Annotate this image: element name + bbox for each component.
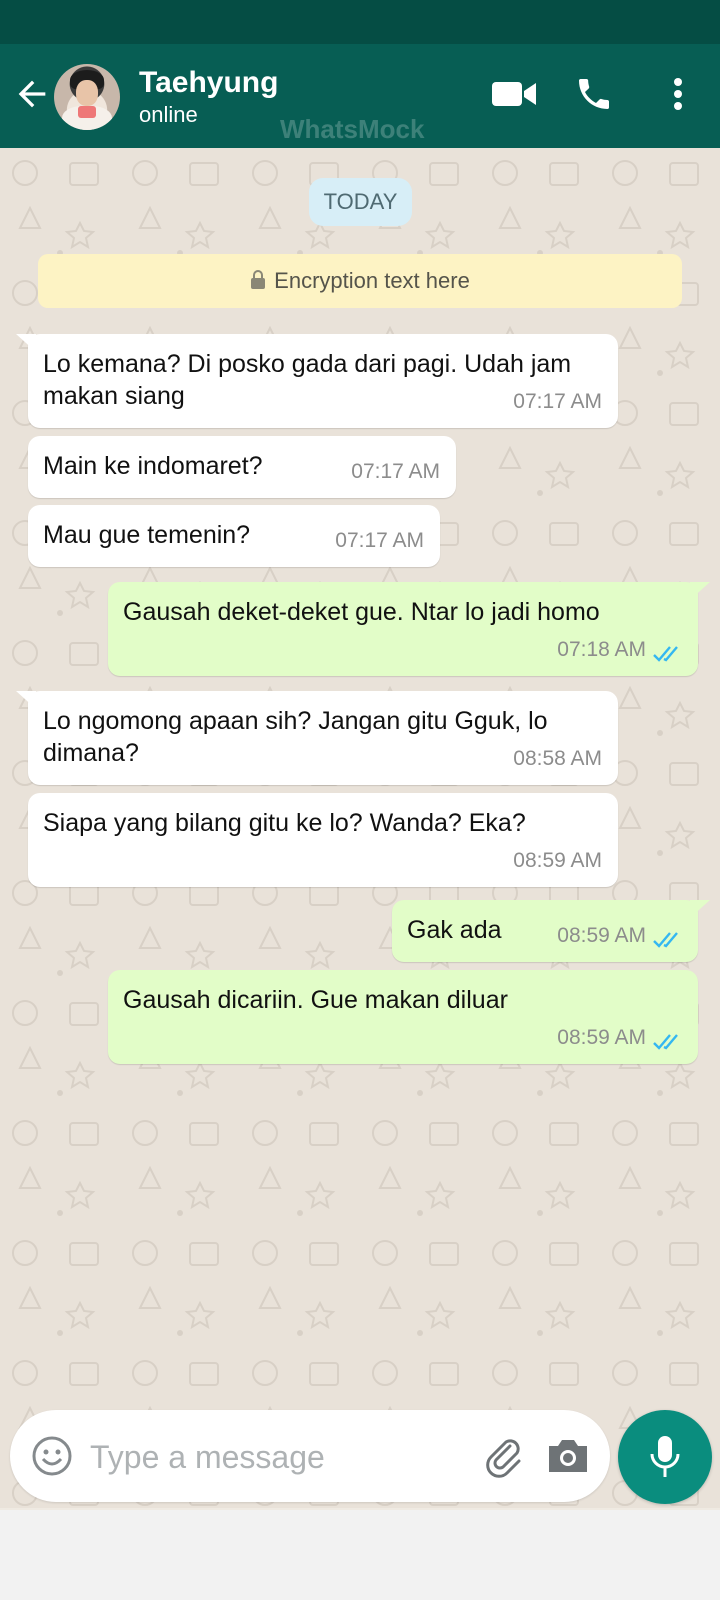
camera-icon[interactable] [545,1434,591,1476]
message-bubble-incoming[interactable]: Siapa yang bilang gitu ke lo? Wanda? Eka… [28,793,618,887]
message-time: 08:59 AM [513,849,602,872]
message-time: 08:58 AM [513,747,602,770]
status-bar [0,0,720,44]
message-time: 07:18 AM [557,638,646,661]
message-time: 07:17 AM [335,529,424,552]
system-navigation-bar [0,1510,720,1600]
phone-icon [579,79,609,109]
avatar[interactable] [54,64,120,130]
double-check-icon [653,646,678,662]
message-text: Gausah dicariin. Gue makan diluar [123,986,508,1014]
message-time: 08:59 AM [557,924,646,947]
message-time: 07:17 AM [351,460,440,483]
voice-call-button[interactable] [574,74,622,114]
back-button[interactable] [12,74,52,114]
video-camera-icon [492,82,536,106]
message-bubble-outgoing[interactable]: Gausah deket-deket gue. Ntar lo jadi hom… [108,582,710,676]
chat-header: Taehyung online WhatsMock [0,44,720,148]
video-call-button[interactable] [490,74,538,114]
encryption-notice[interactable]: Encryption text here [38,254,682,308]
date-separator: TODAY [309,178,412,226]
message-composer [10,1410,610,1502]
more-options-button[interactable] [660,74,696,114]
contact-status: online [139,102,198,127]
emoji-icon[interactable] [30,1434,74,1478]
message-bubble-incoming[interactable]: Mau gue temenin? 07:17 AM [28,505,440,567]
double-check-icon [653,1034,678,1050]
double-check-icon [653,932,678,948]
paperclip-icon[interactable] [480,1432,526,1478]
microphone-icon [650,1436,680,1477]
message-time: 07:17 AM [513,390,602,413]
arrow-left-icon [18,80,46,108]
voice-message-button[interactable] [618,1410,712,1504]
encryption-text: Encryption text here [274,268,470,293]
contact-name[interactable]: Taehyung [139,66,278,100]
message-bubble-outgoing[interactable]: Gak ada 08:59 AM [392,900,710,962]
message-bubble-incoming[interactable]: Lo kemana? Di posko gada dari pagi. Udah… [16,334,618,428]
message-bubble-outgoing[interactable]: Gausah dicariin. Gue makan diluar 08:59 … [108,970,698,1064]
message-input[interactable] [90,1432,470,1482]
message-time: 08:59 AM [557,1026,646,1049]
lock-icon [251,270,266,289]
message-bubble-incoming[interactable]: Lo ngomong apaan sih? Jangan gitu Gguk, … [16,691,618,785]
message-text: Siapa yang bilang gitu ke lo? Wanda? Eka… [43,809,526,837]
chat-area[interactable]: TODAY Encryption text here Lo kemana? Di… [0,148,720,1508]
watermark: WhatsMock [280,114,425,144]
more-vert-icon [674,78,682,110]
message-bubble-incoming[interactable]: Main ke indomaret? 07:17 AM [28,436,456,498]
message-text: Gausah deket-deket gue. Ntar lo jadi hom… [123,598,600,626]
